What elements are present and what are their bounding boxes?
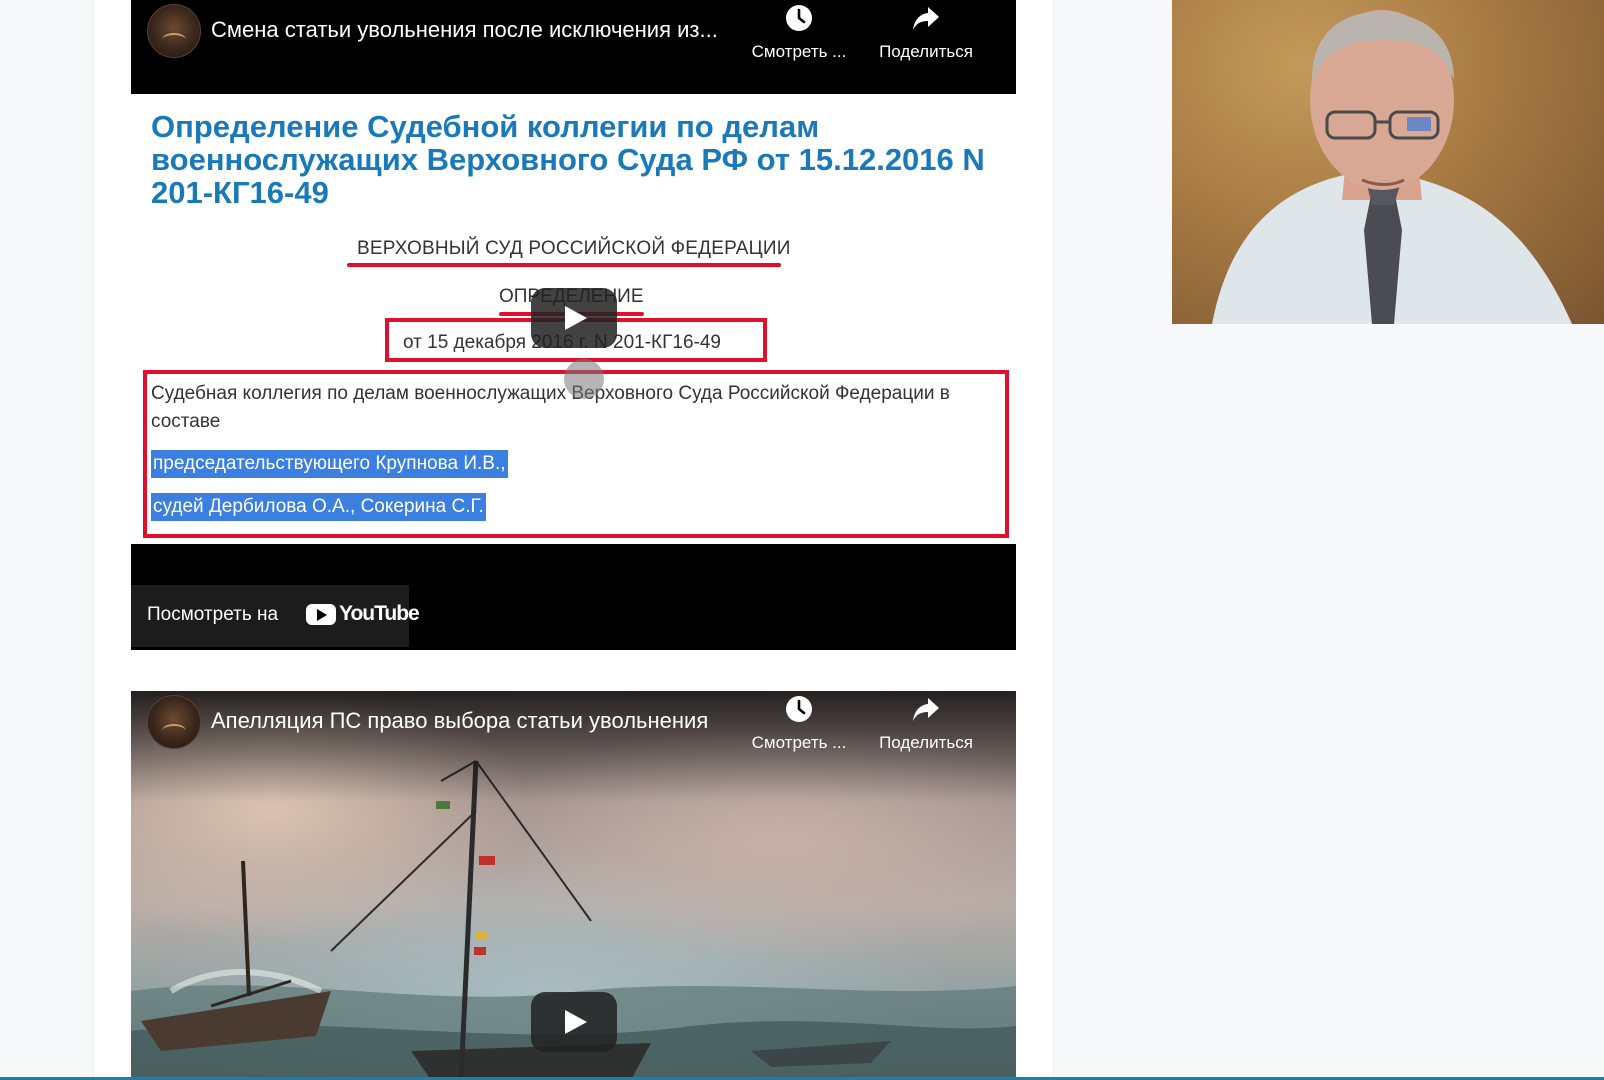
video-embed-2[interactable]: Апелляция ПС право выбора статьи увольне… (131, 691, 1016, 1080)
left-margin (0, 0, 94, 1080)
channel-avatar[interactable] (147, 4, 201, 58)
share-button[interactable]: Поделиться (866, 695, 986, 753)
share-arrow-icon (913, 698, 939, 721)
highlighted-text: судей Дербилова О.А., Сокерина С.Г. (151, 493, 486, 521)
clock-icon (786, 696, 812, 722)
play-icon[interactable] (531, 992, 617, 1052)
court-name: ВЕРХОВНЫЙ СУД РОССИЙСКОЙ ФЕДЕРАЦИИ (357, 238, 791, 259)
highlighted-text: председательствующего Крупнова И.В., (151, 450, 508, 478)
share-label: Поделиться (879, 42, 973, 61)
red-underline (347, 263, 781, 267)
clock-icon (786, 5, 812, 31)
video-header: Апелляция ПС право выбора статьи увольне… (131, 691, 1016, 785)
channel-avatar[interactable] (147, 695, 201, 749)
share-button[interactable]: Поделиться (866, 4, 986, 62)
video-embed-1[interactable]: Определение Судебной коллегии по делам в… (131, 0, 1016, 650)
watch-later-label: Смотреть ... (751, 733, 847, 752)
video-title[interactable]: Смена статьи увольнения после исключения… (211, 17, 751, 43)
share-arrow-icon (913, 7, 939, 30)
share-label: Поделиться (879, 733, 973, 752)
watch-later-button[interactable]: Смотреть ... (739, 4, 859, 62)
watch-later-button[interactable]: Смотреть ... (739, 695, 859, 753)
cursor-indicator (564, 359, 604, 399)
video-title[interactable]: Апелляция ПС право выбора статьи увольне… (211, 708, 751, 734)
document-heading: Определение Судебной коллегии по делам в… (151, 109, 985, 210)
video-header: Смена статьи увольнения после исключения… (131, 0, 1016, 94)
watch-on-youtube-button[interactable]: Посмотреть на YouTube (131, 585, 420, 647)
play-icon[interactable] (531, 288, 617, 348)
youtube-logo-icon (306, 604, 336, 625)
presenter-figure (1212, 10, 1572, 324)
presenter-webcam (1172, 0, 1604, 324)
youtube-wordmark: YouTube (339, 602, 420, 625)
watch-later-label: Смотреть ... (751, 42, 847, 61)
watch-on-label: Посмотреть на (147, 604, 279, 625)
